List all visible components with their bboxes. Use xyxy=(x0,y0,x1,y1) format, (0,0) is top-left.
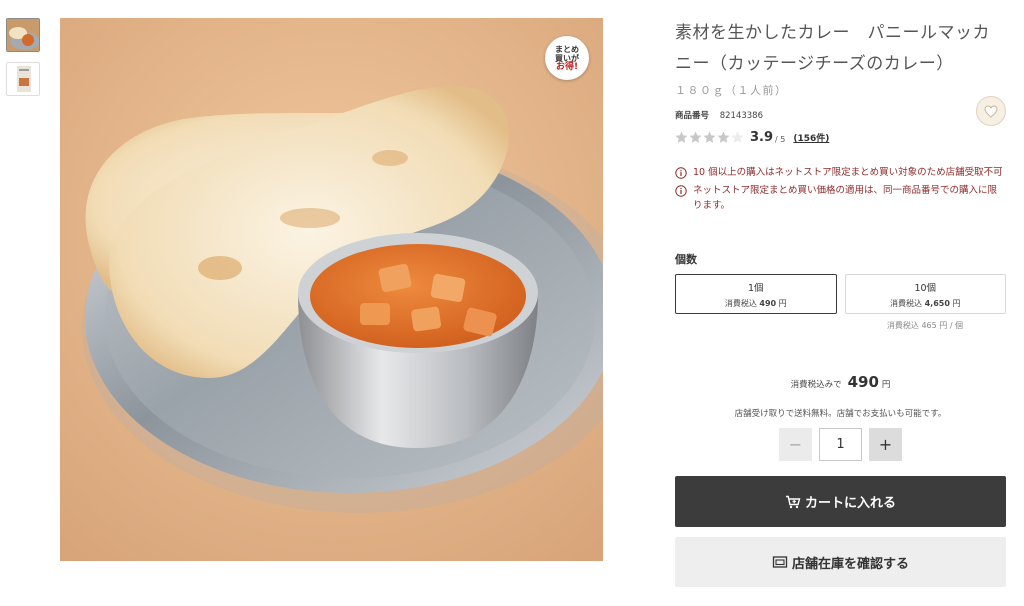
badge-line-1: まとめ xyxy=(555,44,579,54)
shipping-note: 店舗受け取りで送料無料。店舗でお支払いも可能です。 xyxy=(734,409,947,419)
notice-list: 10 個以上の購入はネットストア限定まとめ買い対象のため店舗受取不可 ネットスト… xyxy=(675,165,1006,216)
option-price-suffix: 円 xyxy=(949,298,961,308)
unit-price-note: 消費税込 465 円 / 個 xyxy=(886,321,964,330)
cart-plus-icon xyxy=(785,495,801,508)
thumbnail-package[interactable] xyxy=(6,62,40,96)
option-price-prefix: 消費税込 xyxy=(724,298,760,308)
rating-out-of: / 5 xyxy=(775,135,786,144)
product-number-label: 商品番号 xyxy=(675,111,710,121)
check-store-stock-label: 店舗在庫を確認する xyxy=(791,556,909,572)
option-price-suffix: 円 xyxy=(776,298,787,308)
bulk-discount-badge: まとめ 買いが お得! xyxy=(545,36,589,80)
rating-score: 3.9 xyxy=(750,130,774,145)
info-icon xyxy=(675,167,687,179)
option-price-value: 490 xyxy=(759,298,777,308)
product-number-value: 82143386 xyxy=(719,111,763,121)
option-price-prefix: 消費税込 xyxy=(890,298,925,308)
total-amount: 490 xyxy=(847,373,879,391)
option-price: 消費税込 490 円 xyxy=(725,298,787,309)
total-price: 消費税込みで 490 円 xyxy=(675,373,1006,391)
star-icon xyxy=(689,131,702,143)
star-icon xyxy=(717,131,730,143)
rating-row: 3.9 / 5 (156件) xyxy=(675,130,829,145)
product-number: 商品番号 82143386 xyxy=(675,109,763,121)
decrement-button[interactable]: − xyxy=(779,428,812,461)
product-main-image: まとめ 買いが お得! xyxy=(60,18,603,561)
thumbnail-curry-plate[interactable] xyxy=(6,18,40,52)
notice-text: ネットストア限定まとめ買い価格の適用は、同一商品番号での購入に限ります。 xyxy=(693,185,998,211)
option-price-value: 4,650 xyxy=(924,298,950,308)
store-icon xyxy=(772,556,788,568)
star-icon xyxy=(703,131,716,143)
star-rating xyxy=(675,131,744,144)
option-title: 1個 xyxy=(747,282,764,294)
quantity-label: 個数 xyxy=(675,253,697,266)
star-empty-icon xyxy=(731,131,744,143)
quantity-option-1[interactable]: 1個 消費税込 490 円 xyxy=(675,274,837,314)
curry-naan-photo-icon xyxy=(60,18,603,561)
package-thumbnail-icon xyxy=(7,63,39,95)
thumbnail-list xyxy=(6,18,42,106)
badge-line-3: お得! xyxy=(555,61,579,72)
add-to-cart-label: カートに入れる xyxy=(804,496,896,511)
total-suffix: 円 xyxy=(881,380,891,390)
option-price: 消費税込 4,650 円 xyxy=(890,298,960,309)
curry-plate-thumbnail-icon xyxy=(7,19,39,51)
heart-icon xyxy=(984,104,998,118)
product-weight: １８０ｇ（１人前） xyxy=(675,84,788,97)
notice-item: 10 個以上の購入はネットストア限定まとめ買い対象のため店舗受取不可 xyxy=(675,165,1006,180)
favorite-button[interactable] xyxy=(976,96,1006,126)
quantity-input[interactable] xyxy=(819,428,862,461)
option-title: 10個 xyxy=(914,282,937,294)
notice-item: ネットストア限定まとめ買い価格の適用は、同一商品番号での購入に限ります。 xyxy=(675,183,1006,213)
check-store-stock-button[interactable]: 店舗在庫を確認する xyxy=(675,537,1006,587)
info-icon xyxy=(675,185,687,197)
add-to-cart-button[interactable]: カートに入れる xyxy=(675,476,1006,527)
quantity-stepper: − + xyxy=(779,428,902,461)
quantity-options: 1個 消費税込 490 円 10個 消費税込 4,650 円 xyxy=(675,274,1006,314)
notice-text: 10 個以上の購入はネットストア限定まとめ買い対象のため店舗受取不可 xyxy=(693,167,1003,178)
reviews-link[interactable]: (156件) xyxy=(793,131,829,144)
product-title: 素材を生かしたカレー パニールマッカニー（カッテージチーズのカレー） xyxy=(675,23,990,74)
total-prefix: 消費税込みで xyxy=(790,380,842,390)
quantity-option-10[interactable]: 10個 消費税込 4,650 円 xyxy=(844,274,1006,314)
product-info-panel: 素材を生かしたカレー パニールマッカニー（カッテージチーズのカレー） １８０ｇ（… xyxy=(675,18,1006,587)
star-icon xyxy=(675,131,688,143)
increment-button[interactable]: + xyxy=(869,428,902,461)
